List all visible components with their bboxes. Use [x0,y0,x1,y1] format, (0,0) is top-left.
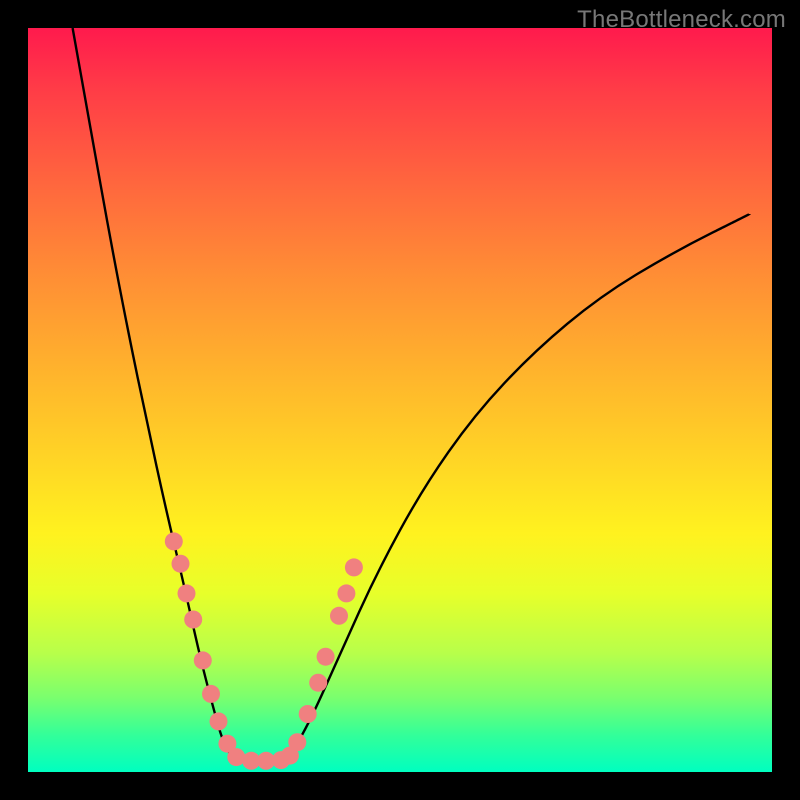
highlight-dot [178,584,196,602]
curve-path [73,28,750,761]
bottleneck-curve [28,28,772,772]
highlight-dot [202,685,220,703]
highlight-dot [184,611,202,629]
highlight-dot [172,555,190,573]
highlight-dot [288,733,306,751]
highlight-dot [337,584,355,602]
highlight-dot [194,651,212,669]
highlight-dot [345,558,363,576]
highlight-dot [210,712,228,730]
highlight-dot [299,705,317,723]
watermark-text: TheBottleneck.com [577,6,786,34]
highlight-dot [317,648,335,666]
highlight-dot [330,607,348,625]
chart-area [28,28,772,772]
highlight-dot [165,532,183,550]
highlight-dot [309,674,327,692]
